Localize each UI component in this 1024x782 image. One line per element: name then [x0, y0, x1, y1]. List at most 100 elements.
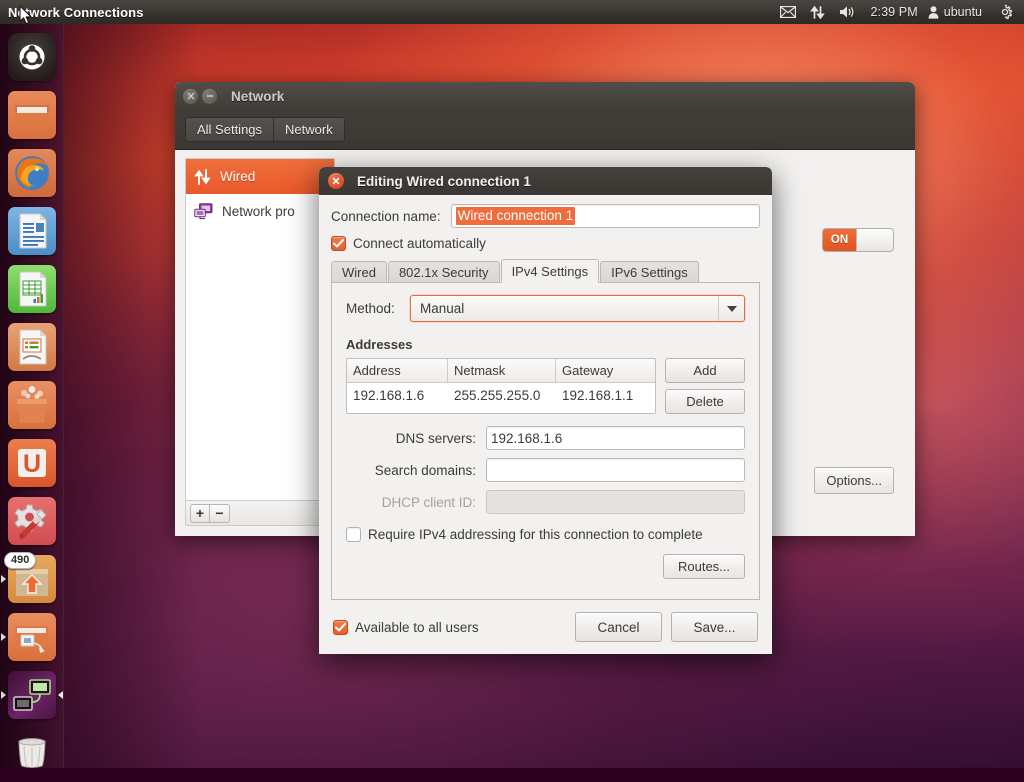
network-window-titlebar[interactable]: Network: [175, 82, 915, 110]
connection-name-input[interactable]: Wired connection 1: [451, 204, 760, 228]
ubuntu-one-icon: U: [8, 439, 56, 487]
mail-icon[interactable]: [773, 0, 803, 24]
options-button[interactable]: Options...: [814, 467, 894, 494]
tab-ipv6-settings[interactable]: IPv6 Settings: [600, 261, 699, 283]
dhcp-client-id-input: [486, 490, 745, 514]
connection-name-value: Wired connection 1: [456, 207, 576, 225]
addresses-table[interactable]: Address Netmask Gateway 192.168.1.6 255.…: [346, 358, 656, 414]
libreoffice-writer-icon: [8, 207, 56, 255]
device-list-item-label: Wired: [220, 169, 255, 184]
top-panel: Network Connections 2:39 PM: [0, 0, 1024, 24]
network-device-list-column: Wired Network pro + −: [185, 158, 335, 526]
column-header-gateway: Gateway: [556, 359, 655, 383]
user-icon: [928, 6, 939, 19]
gear-session-icon[interactable]: [990, 0, 1020, 24]
user-menu[interactable]: ubuntu: [926, 0, 990, 24]
launcher-item-libreoffice-writer[interactable]: [0, 202, 64, 260]
launcher-item-ubuntu-one[interactable]: U: [0, 434, 64, 492]
column-header-address: Address: [347, 359, 448, 383]
network-updown-icon[interactable]: [803, 0, 832, 24]
user-name: ubuntu: [944, 5, 982, 19]
close-icon[interactable]: [328, 173, 344, 189]
dns-servers-input[interactable]: 192.168.1.6: [486, 426, 745, 450]
libreoffice-impress-icon: [8, 323, 56, 371]
chevron-down-icon[interactable]: [718, 296, 744, 321]
available-to-all-users-row[interactable]: Available to all users: [333, 620, 479, 635]
clock[interactable]: 2:39 PM: [863, 0, 926, 24]
panel-indicator-area: 2:39 PM ubuntu: [773, 0, 1024, 24]
dns-servers-row: DNS servers: 192.168.1.6: [346, 426, 745, 450]
ipv4-settings-panel: Method: Manual Addresses Address Netmask…: [331, 282, 760, 600]
tab-wired[interactable]: Wired: [331, 261, 387, 283]
breadcrumb-all-settings[interactable]: All Settings: [185, 117, 274, 142]
dialog-titlebar[interactable]: Editing Wired connection 1: [319, 167, 772, 195]
cell-gateway: 192.168.1.1: [556, 383, 655, 408]
launcher-item-ubuntu-dash-home[interactable]: [0, 28, 64, 86]
panel-app-title[interactable]: Network Connections: [8, 5, 144, 20]
dialog-title: Editing Wired connection 1: [357, 174, 531, 189]
device-list-item-label: Network pro: [222, 204, 295, 219]
launcher-item-workspace-switcher[interactable]: [0, 666, 64, 724]
remove-device-button[interactable]: −: [210, 504, 230, 523]
firefox-icon: [8, 149, 56, 197]
method-value: Manual: [411, 301, 464, 316]
launcher-item-ubuntu-software-center[interactable]: [0, 376, 64, 434]
search-domains-row: Search domains:: [346, 458, 745, 482]
breadcrumb-network[interactable]: Network: [274, 117, 345, 142]
method-dropdown[interactable]: Manual: [410, 295, 745, 322]
ubuntu-logo-icon: [8, 33, 56, 81]
cell-address: 192.168.1.6: [347, 383, 448, 408]
table-row[interactable]: 192.168.1.6 255.255.255.0 192.168.1.1: [347, 383, 655, 408]
launcher-item-network-connections[interactable]: [0, 608, 64, 666]
tab-8021x-security[interactable]: 802.1x Security: [388, 261, 500, 283]
launcher-item-firefox[interactable]: [0, 144, 64, 202]
add-device-button[interactable]: +: [190, 504, 210, 523]
launcher-item-trash[interactable]: [0, 724, 64, 782]
launcher-item-files[interactable]: [0, 86, 64, 144]
launcher-item-software-updater[interactable]: 490: [0, 550, 64, 608]
launcher-item-libreoffice-calc[interactable]: [0, 260, 64, 318]
routes-button[interactable]: Routes...: [663, 554, 745, 579]
volume-icon[interactable]: [832, 0, 863, 24]
require-ipv4-row[interactable]: Require IPv4 addressing for this connect…: [346, 527, 745, 542]
svg-text:U: U: [23, 450, 41, 478]
trash-icon: [8, 729, 56, 777]
add-address-button[interactable]: Add: [665, 358, 745, 383]
column-header-netmask: Netmask: [448, 359, 556, 383]
connect-automatically-checkbox[interactable]: [331, 236, 346, 251]
addresses-buttons: Add Delete: [665, 358, 745, 414]
network-connections-icon: [8, 613, 56, 661]
connect-automatically-row[interactable]: Connect automatically: [331, 236, 760, 251]
toggle-knob: [856, 229, 893, 251]
device-list-item-wired[interactable]: Wired: [186, 159, 334, 194]
network-window-toolbar: All Settings Network: [175, 110, 915, 150]
close-icon[interactable]: [183, 89, 198, 104]
delete-address-button[interactable]: Delete: [665, 389, 745, 414]
launcher-running-pin-icon: [1, 633, 6, 641]
available-to-all-users-checkbox[interactable]: [333, 620, 348, 635]
edit-connection-dialog: Editing Wired connection 1 Connection na…: [319, 167, 772, 654]
device-list-item-network-proxy[interactable]: Network pro: [186, 194, 334, 229]
dns-servers-value: 192.168.1.6: [491, 431, 562, 446]
addresses-table-header: Address Netmask Gateway: [347, 359, 655, 383]
launcher-running-pin-icon: [1, 575, 6, 583]
launcher-item-libreoffice-impress[interactable]: [0, 318, 64, 376]
software-center-bag-icon: [8, 381, 56, 429]
libreoffice-calc-icon: [8, 265, 56, 313]
system-settings-icon: [8, 497, 56, 545]
minimize-icon[interactable]: [202, 89, 217, 104]
launcher-focused-pin-icon: [58, 691, 63, 699]
search-domains-label: Search domains:: [346, 463, 486, 478]
search-domains-input[interactable]: [486, 458, 745, 482]
dialog-footer-buttons: Cancel Save...: [575, 612, 758, 642]
launcher-item-system-settings[interactable]: [0, 492, 64, 550]
require-ipv4-checkbox[interactable]: [346, 527, 361, 542]
dhcp-client-id-row: DHCP client ID:: [346, 490, 745, 514]
save-button[interactable]: Save...: [671, 612, 758, 642]
wired-on-off-toggle[interactable]: ON: [822, 228, 894, 252]
network-updown-icon: [194, 169, 211, 185]
network-proxy-icon: [194, 203, 213, 220]
cancel-button[interactable]: Cancel: [575, 612, 662, 642]
tab-ipv4-settings[interactable]: IPv4 Settings: [501, 259, 600, 283]
routes-row: Routes...: [346, 554, 745, 579]
